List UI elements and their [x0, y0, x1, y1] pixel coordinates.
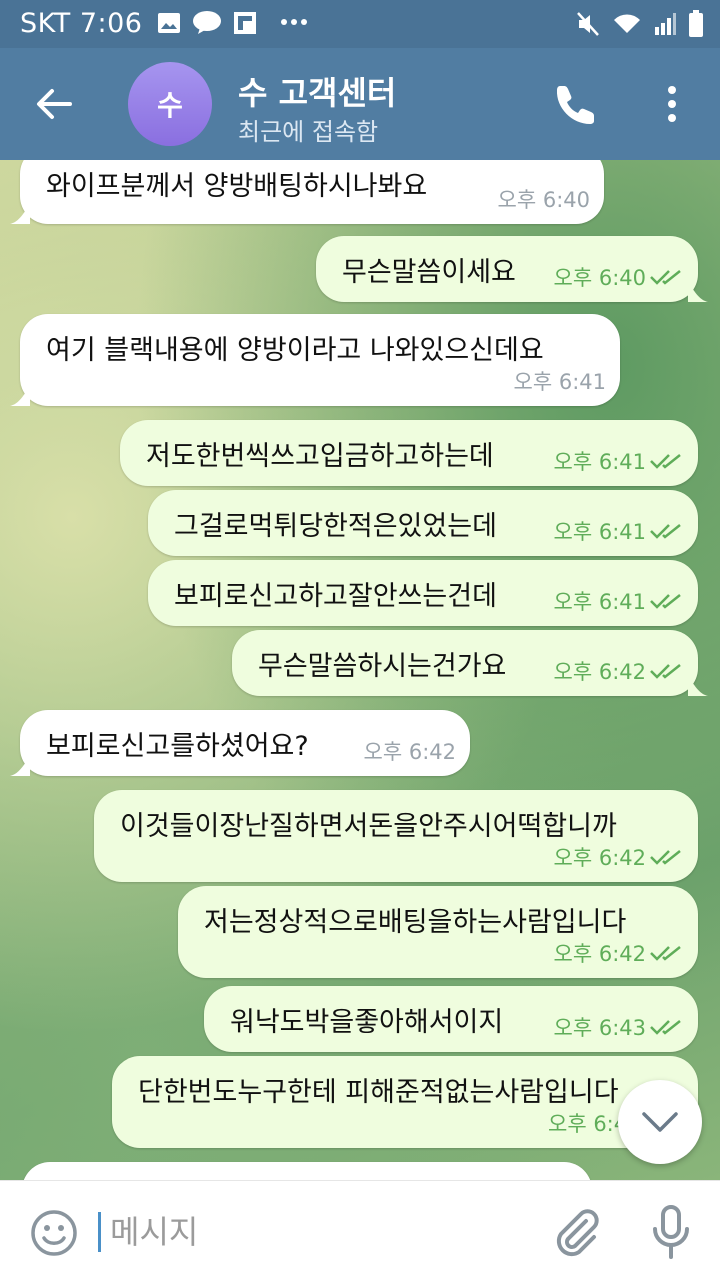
double-check-icon — [650, 946, 681, 961]
message-input-bar — [0, 1180, 720, 1281]
message-time: 오후 6:41 — [553, 520, 646, 544]
mute-icon — [577, 12, 599, 36]
message-text: 무슨말씀이세요 — [342, 257, 516, 288]
message-meta: 오후 6:40 — [498, 184, 590, 214]
message-meta: 오후 6:42 — [554, 842, 684, 872]
message-time: 오후 6:42 — [363, 740, 456, 764]
bubble-tail — [688, 282, 708, 302]
message-outgoing[interactable]: 무슨말씀이세요 오후 6:40 — [316, 236, 708, 302]
message-outgoing[interactable]: 저는정상적으로배팅을하는사람입니다 오후 6:42 — [178, 886, 698, 978]
message-time: 오후 6:42 — [553, 660, 646, 684]
message-text: 무슨말씀하시는건가요 — [258, 651, 507, 682]
microphone-icon[interactable] — [652, 1205, 690, 1259]
double-check-icon — [650, 594, 681, 609]
message-text: 여기 블랙내용에 양방이라고 나와있으신데요 — [46, 335, 544, 366]
message-text: 그걸로먹튀당한적은있었는데 — [174, 511, 497, 542]
message-meta: 오후 6:40 — [554, 262, 684, 292]
battery-icon — [689, 10, 703, 37]
message-time: 오후 6:41 — [553, 590, 646, 614]
double-check-icon — [650, 270, 681, 285]
message-text: 단한번도누구한테 피해준적없는사람입니다 — [138, 1077, 619, 1108]
message-text: 워낙도박을좋아해서이지 — [230, 1007, 504, 1038]
chat-title[interactable]: 수 고객센터 — [238, 68, 396, 114]
message-time: 오후 6:42 — [553, 942, 646, 966]
signal-icon — [655, 13, 676, 35]
message-time: 오후 6:41 — [513, 370, 606, 394]
message-outgoing[interactable]: 그걸로먹튀당한적은있었는데 오후 6:41 — [148, 490, 698, 556]
message-outgoing[interactable]: 보피로신고하고잘안쓰는건데 오후 6:41 — [148, 560, 698, 626]
message-outgoing[interactable]: 워낙도박을좋아해서이지 오후 6:43 — [204, 986, 698, 1052]
text-cursor — [98, 1212, 101, 1252]
chat-header: 수 수 고객센터 최근에 접속함 — [0, 48, 720, 160]
message-outgoing[interactable]: 단한번도누구한테 피해준적없는사람입니다 오후 6:4 — [112, 1056, 698, 1148]
message-text: 보피로신고하고잘안쓰는건데 — [174, 581, 497, 612]
message-outgoing[interactable]: 무슨말씀하시는건가요 오후 6:42 — [232, 630, 708, 696]
message-text: 보피로신고를하셨어요? — [46, 731, 309, 762]
chevron-down-icon — [642, 1112, 678, 1132]
bubble-tail — [10, 204, 30, 224]
avatar[interactable]: 수 — [128, 62, 212, 146]
double-check-icon — [650, 664, 681, 679]
message-text: 저는정상적으로배팅을하는사람입니다 — [204, 907, 627, 938]
message-meta: 오후 6:43 — [554, 1012, 684, 1042]
double-check-icon — [650, 850, 681, 865]
arrow-left-icon[interactable] — [32, 82, 76, 126]
message-incoming-partial[interactable] — [22, 1162, 592, 1180]
message-text: 이것들이장난질하면서돈을안주시어떡합니까 — [120, 811, 617, 842]
message-time: 오후 6:40 — [553, 266, 646, 290]
chat-area[interactable]: 와이프분께서 양방배팅하시나봐요 오후 6:40 무슨말씀이세요 오후 6:40… — [0, 160, 720, 1180]
message-time: 오후 6:42 — [553, 846, 646, 870]
message-time: 오후 6:40 — [497, 188, 590, 212]
message-incoming[interactable]: 와이프분께서 양방배팅하시나봐요 오후 6:40 — [10, 160, 604, 224]
flipboard-icon — [234, 12, 256, 34]
avatar-letter: 수 — [157, 89, 183, 122]
message-outgoing[interactable]: 이것들이장난질하면서돈을안주시어떡합니까 오후 6:42 — [94, 790, 698, 882]
message-text: 저도한번씩쓰고입금하고하는데 — [146, 441, 494, 472]
bubble-tail — [10, 756, 30, 776]
status-bar: SKT 7:06 — [0, 0, 720, 48]
smile-icon[interactable] — [30, 1209, 78, 1257]
talk-icon — [193, 11, 221, 34]
message-meta: 오후 6:41 — [554, 446, 684, 476]
message-incoming[interactable]: 여기 블랙내용에 양방이라고 나와있으신데요 오후 6:41 — [10, 314, 620, 406]
message-meta: 오후 6:41 — [554, 516, 684, 546]
double-check-icon — [650, 1020, 681, 1035]
message-outgoing[interactable]: 저도한번씩쓰고입금하고하는데 오후 6:41 — [120, 420, 698, 486]
message-time: 오후 6:4 — [548, 1112, 628, 1136]
wifi-icon — [614, 14, 640, 33]
double-check-icon — [650, 524, 681, 539]
more-vertical-icon[interactable] — [660, 82, 684, 126]
bubble-tail — [688, 676, 708, 696]
message-meta: 오후 6:42 — [364, 736, 456, 766]
message-time: 오후 6:41 — [553, 450, 646, 474]
status-right — [576, 10, 704, 38]
status-time: SKT 7:06 — [20, 8, 143, 39]
paperclip-icon[interactable] — [552, 1207, 600, 1257]
message-time: 오후 6:43 — [553, 1016, 646, 1040]
double-check-icon — [650, 454, 681, 469]
chat-status: 최근에 접속함 — [238, 118, 379, 146]
message-meta: 오후 6:4 — [548, 1108, 627, 1138]
more-notifications-icon — [281, 19, 307, 25]
message-meta: 오후 6:42 — [554, 656, 684, 686]
message-meta: 오후 6:41 — [554, 586, 684, 616]
phone-icon[interactable] — [554, 82, 598, 126]
scroll-down-button[interactable] — [618, 1080, 702, 1164]
message-text: 와이프분께서 양방배팅하시나봐요 — [46, 171, 428, 202]
message-input[interactable] — [108, 1209, 532, 1255]
message-meta: 오후 6:41 — [514, 366, 606, 396]
message-incoming[interactable]: 보피로신고를하셨어요? 오후 6:42 — [10, 710, 470, 776]
message-meta: 오후 6:42 — [554, 938, 684, 968]
gallery-icon — [158, 13, 180, 33]
bubble-tail — [10, 386, 30, 406]
